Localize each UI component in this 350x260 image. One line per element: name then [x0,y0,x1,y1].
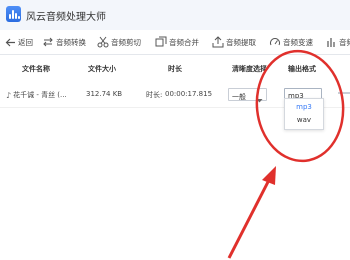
toolbar-audio-more-label: 音频 [339,37,350,47]
speed-dial-icon [269,36,281,48]
format-option-mp3[interactable]: mp3 [285,101,323,114]
header-output-format: 输出格式 [288,65,316,73]
swap-arrows-icon [42,36,54,48]
music-note-icon: ♪ [6,90,12,100]
toolbar: 返回 音频转换 音频剪切 音频合并 音频提取 音频变速 音频 [0,30,350,55]
header-duration: 时长 [168,65,182,73]
back-label: 返回 [18,37,33,47]
app-logo-icon [6,6,21,22]
quality-select[interactable]: 一般 [228,88,267,103]
back-arrow-icon [4,36,16,48]
file-name: 花千诚 - 青丝 (... [13,91,67,99]
toolbar-audio-merge-label: 音频合并 [169,37,199,47]
annotation-arrow-head [262,166,276,185]
file-size: 312.74 KB [86,90,123,98]
toolbar-audio-speed[interactable]: 音频变速 [269,30,313,54]
toolbar-audio-merge[interactable]: 音频合并 [155,30,199,54]
toolbar-audio-convert[interactable]: 音频转换 [42,30,86,54]
header-quality: 清晰度选择 [232,65,267,73]
format-dropdown-menu: mp3 wav [284,98,324,130]
scissors-icon [97,36,109,48]
duration-label: 时长: [146,91,163,99]
chevron-down-icon [254,90,265,103]
toolbar-audio-extract-label: 音频提取 [226,37,256,47]
toolbar-audio-speed-label: 音频变速 [283,37,313,47]
header-file-name: 文件名称 [22,65,50,73]
format-option-wav[interactable]: wav [285,114,323,127]
merge-squares-icon [155,36,167,48]
header-file-size: 文件大小 [88,65,116,73]
toolbar-audio-convert-label: 音频转换 [56,37,86,47]
back-button[interactable]: 返回 [4,30,33,54]
equalizer-bars-icon [325,36,337,48]
duration-value: 00:00:17.815 [165,90,213,98]
table-header: 文件名称 文件大小 时长 清晰度选择 输出格式 [0,55,350,79]
quality-select-value: 一般 [232,93,246,101]
annotation-arrow-line [227,177,272,259]
toolbar-audio-cut-label: 音频剪切 [111,37,141,47]
upload-tray-icon [212,36,224,48]
title-bar: 风云音频处理大师 [0,0,350,30]
file-name-cell: ♪ 花千诚 - 青丝 (... [6,90,67,100]
toolbar-audio-cut[interactable]: 音频剪切 [97,30,141,54]
toolbar-audio-extract[interactable]: 音频提取 [212,30,256,54]
row-action-stub [338,92,350,94]
app-title: 风云音频处理大师 [26,12,106,23]
toolbar-audio-more[interactable]: 音频 [325,30,350,54]
